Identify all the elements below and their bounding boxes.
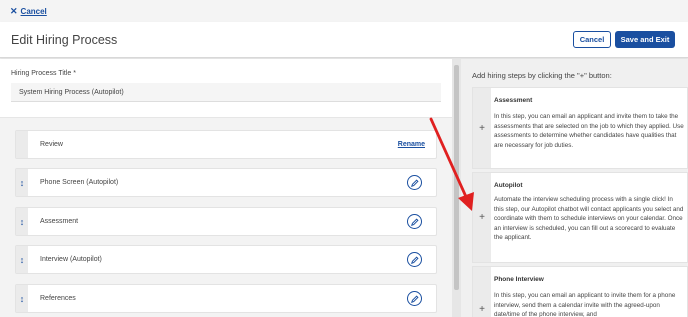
step-row-phone-screen: ↕ Phone Screen (Autopilot) bbox=[15, 168, 437, 197]
hiring-process-title-input[interactable]: System Hiring Process (Autopilot) bbox=[11, 83, 441, 102]
step-handle bbox=[16, 131, 28, 158]
pencil-icon bbox=[410, 255, 419, 264]
card-title: Autopilot bbox=[494, 182, 523, 189]
cancel-link-label: Cancel bbox=[20, 7, 47, 16]
hiring-process-title-label: Hiring Process Title * bbox=[11, 70, 76, 77]
step-name: Review bbox=[40, 141, 63, 148]
rename-link[interactable]: Rename bbox=[398, 141, 425, 148]
pencil-icon bbox=[410, 217, 419, 226]
add-steps-panel: Add hiring steps by clicking the "+" but… bbox=[461, 59, 688, 317]
add-step-button[interactable]: + bbox=[473, 173, 491, 262]
step-row-references: ↕ References bbox=[15, 284, 437, 313]
edit-step-button[interactable] bbox=[407, 214, 422, 229]
edit-step-button[interactable] bbox=[407, 252, 422, 267]
step-card-assessment: + Assessment In this step, you can email… bbox=[472, 87, 688, 169]
step-card-phone-interview: + Phone Interview In this step, you can … bbox=[472, 266, 688, 317]
cancel-link[interactable]: ✕ Cancel bbox=[10, 6, 47, 17]
card-title: Assessment bbox=[494, 97, 533, 104]
plus-icon: + bbox=[479, 122, 485, 134]
edit-step-button[interactable] bbox=[407, 175, 422, 190]
add-step-button[interactable]: + bbox=[473, 88, 491, 168]
step-row-review: Review Rename bbox=[15, 130, 437, 159]
save-and-exit-button[interactable]: Save and Exit bbox=[615, 31, 675, 48]
close-icon: ✕ bbox=[10, 6, 18, 16]
drag-handle-icon[interactable]: ↕ bbox=[16, 208, 28, 235]
edit-step-button[interactable] bbox=[407, 291, 422, 306]
step-name: Assessment bbox=[40, 218, 79, 225]
plus-icon: + bbox=[479, 304, 485, 315]
step-name: Interview (Autopilot) bbox=[40, 256, 102, 263]
drag-handle-icon[interactable]: ↕ bbox=[16, 285, 28, 312]
drag-handle-icon[interactable]: ↕ bbox=[16, 169, 28, 196]
step-name: References bbox=[40, 295, 76, 302]
add-step-button[interactable]: + bbox=[473, 267, 491, 317]
step-row-assessment: ↕ Assessment bbox=[15, 207, 437, 236]
cancel-button[interactable]: Cancel bbox=[573, 31, 611, 48]
card-description: In this step, you can email an applicant… bbox=[494, 292, 676, 317]
hiring-process-editor: Hiring Process Title * System Hiring Pro… bbox=[0, 59, 452, 317]
page-title: Edit Hiring Process bbox=[11, 33, 118, 47]
pencil-icon bbox=[410, 178, 419, 187]
scrollbar-thumb[interactable] bbox=[454, 65, 459, 290]
card-title: Phone Interview bbox=[494, 276, 544, 283]
card-description: In this step, you can email an applicant… bbox=[494, 113, 684, 149]
add-steps-instructions: Add hiring steps by clicking the "+" but… bbox=[472, 71, 612, 80]
steps-list: Review Rename ↕ Phone Screen (Autopilot)… bbox=[0, 117, 452, 317]
drag-handle-icon[interactable]: ↕ bbox=[16, 246, 28, 273]
step-card-autopilot: + Autopilot Automate the interview sched… bbox=[472, 172, 688, 263]
page-header: Edit Hiring Process Cancel Save and Exit bbox=[0, 22, 688, 58]
pencil-icon bbox=[410, 294, 419, 303]
step-name: Phone Screen (Autopilot) bbox=[40, 179, 119, 186]
plus-icon: + bbox=[479, 212, 485, 223]
step-row-interview: ↕ Interview (Autopilot) bbox=[15, 245, 437, 274]
top-bar: ✕ Cancel bbox=[0, 0, 688, 22]
card-description: Automate the interview scheduling proces… bbox=[494, 196, 684, 241]
